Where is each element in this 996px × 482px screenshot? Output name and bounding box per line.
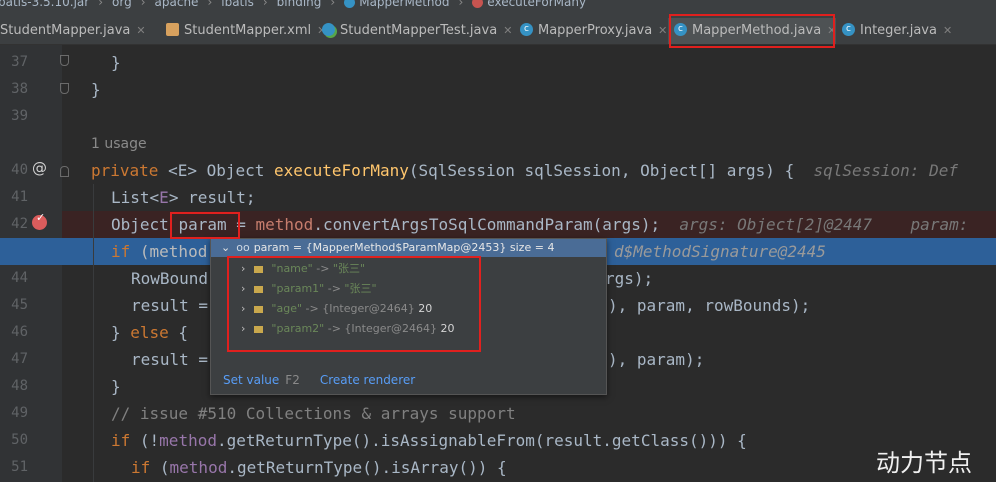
tab-label: StudentMapper.java xyxy=(0,23,131,38)
breadcrumb-org[interactable]: org xyxy=(112,0,132,8)
tab-studentmapper-java[interactable]: StudentMapper.java ✕ xyxy=(0,18,146,44)
indent-guide xyxy=(93,184,94,482)
breadcrumb: batis-3.5.10.jar › org › apache › ibatis › bindi… xyxy=(0,0,996,18)
tab-studentmapper-xml[interactable]: StudentMapper.xml✕ xyxy=(160,18,326,44)
gutter-execution-highlight xyxy=(0,238,62,265)
close-icon[interactable]: ✕ xyxy=(136,24,145,37)
line-number: 50 xyxy=(11,432,28,448)
watch-icon: oo xyxy=(236,241,250,254)
code-line-47: result = xyxy=(131,350,209,369)
chevron-right-icon: › xyxy=(98,0,104,9)
chevron-right-icon: › xyxy=(330,0,336,9)
line-number: 37 xyxy=(11,54,28,70)
code-line-46: } else { xyxy=(111,323,189,342)
line-number: 39 xyxy=(11,108,28,124)
watermark: 动力节点 xyxy=(876,449,972,477)
breadcrumb-apache[interactable]: apache xyxy=(155,0,199,8)
code-line-43: if (method xyxy=(111,242,208,261)
chevron-right-icon: › xyxy=(207,0,213,9)
breadcrumb-method[interactable]: executeForMany xyxy=(487,0,586,8)
editor-tabs: StudentMapper.java✕ StudentMapper.xml✕ S… xyxy=(0,18,996,45)
tab-studentmappertest-java[interactable]: StudentMapperTest.java ✕ xyxy=(316,18,514,44)
code-line-45: result = xyxy=(131,296,209,315)
chevron-right-icon: › xyxy=(458,0,464,9)
code-line-49-comment: // issue #510 Collections & arrays suppo… xyxy=(111,404,516,423)
tab-mapperproxy-java[interactable]: c MapperProxy.java ✕ xyxy=(514,18,668,44)
popup-header-text: param = {MapperMethod$ParamMap@2453} siz… xyxy=(253,241,555,254)
code-line-40: private <E> Object executeForMany(SqlSes… xyxy=(91,161,958,180)
inline-debug-hint: args: Object[2]@2447 param: xyxy=(679,215,969,234)
code-line-37: } xyxy=(111,53,121,72)
create-renderer-link[interactable]: Create renderer xyxy=(320,373,415,387)
chevron-right-icon: › xyxy=(140,0,146,9)
highlight-box-entries xyxy=(227,256,481,352)
line-number: 47 xyxy=(11,351,28,367)
highlight-box-param xyxy=(170,212,240,239)
tab-label: StudentMapper.xml xyxy=(184,23,312,38)
set-value-shortcut: F2 xyxy=(285,373,300,387)
line-number: 40 xyxy=(11,162,28,178)
popup-footer: Set value F2 Create renderer xyxy=(223,373,415,387)
set-value-link[interactable]: Set value xyxy=(223,373,279,387)
tab-integer-java[interactable]: c Integer.java ✕ xyxy=(836,18,996,44)
breadcrumb-ibatis[interactable]: ibatis xyxy=(221,0,254,8)
line-number: 42 xyxy=(11,216,28,232)
code-line-44: RowBound xyxy=(131,269,209,288)
line-number: 49 xyxy=(11,405,28,421)
line-number: 41 xyxy=(11,189,28,205)
inline-debug-hint: d$MethodSignature@2445 xyxy=(614,242,826,261)
line-number: 38 xyxy=(11,81,28,97)
breadcrumb-binding[interactable]: binding xyxy=(277,0,322,8)
popup-header[interactable]: ⌄ oo param = {MapperMethod$ParamMap@2453} … xyxy=(211,239,606,257)
chevron-right-icon: › xyxy=(262,0,268,9)
tab-label: Integer.java xyxy=(860,23,937,38)
usage-hint[interactable]: 1 usage xyxy=(91,136,147,152)
close-icon[interactable]: ✕ xyxy=(943,24,952,37)
close-icon[interactable]: ✕ xyxy=(503,24,512,37)
tab-label: StudentMapperTest.java xyxy=(340,23,498,38)
test-class-icon xyxy=(322,23,335,36)
method-icon xyxy=(472,0,484,8)
code-line-47-tail: ), param); xyxy=(608,350,705,369)
line-number: 44 xyxy=(11,270,28,286)
override-icon[interactable]: @ xyxy=(32,159,47,177)
fold-marker-icon[interactable] xyxy=(60,55,69,66)
fold-marker-icon[interactable] xyxy=(60,83,69,94)
highlight-box-active-tab xyxy=(669,14,835,48)
xml-file-icon xyxy=(166,23,179,36)
code-line-48: } xyxy=(111,377,121,396)
inline-debug-hint: sqlSession: Def xyxy=(813,161,958,180)
line-number: 45 xyxy=(11,297,28,313)
code-line-45-tail: ), param, rowBounds); xyxy=(608,296,811,315)
code-line-41: List<E> result; xyxy=(111,188,256,207)
class-icon xyxy=(344,0,356,8)
tab-label: MapperProxy.java xyxy=(538,23,653,38)
line-number: 46 xyxy=(11,324,28,340)
class-icon: c xyxy=(520,23,533,36)
line-number: 51 xyxy=(11,459,28,475)
line-number: 48 xyxy=(11,378,28,394)
checkmark-icon: ✓ xyxy=(36,211,46,224)
breadcrumb-jar[interactable]: batis-3.5.10.jar xyxy=(0,0,89,8)
code-line-38: } xyxy=(91,80,101,99)
class-icon: c xyxy=(842,23,855,36)
close-icon[interactable]: ✕ xyxy=(658,24,667,37)
code-line-51: if (method.getReturnType().isArray()) { xyxy=(131,458,507,477)
breadcrumb-class[interactable]: MapperMethod xyxy=(359,0,449,8)
chevron-down-icon[interactable]: ⌄ xyxy=(221,241,230,254)
code-line-44-tail: rgs); xyxy=(605,269,654,288)
fold-marker-icon[interactable] xyxy=(60,166,69,177)
code-line-50: if (!method.getReturnType().isAssignable… xyxy=(111,431,747,450)
